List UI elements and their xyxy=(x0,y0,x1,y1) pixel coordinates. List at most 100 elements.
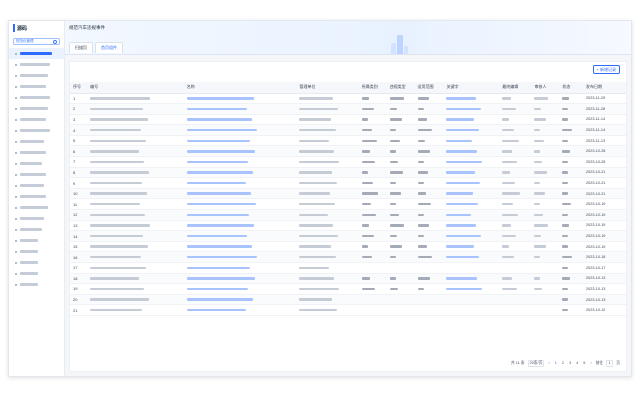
table-row[interactable]: 20 2023-10-13 xyxy=(70,294,626,306)
link-text[interactable] xyxy=(186,192,251,195)
link-text[interactable] xyxy=(446,171,476,174)
sidebar-item[interactable] xyxy=(9,169,64,180)
page-size-select[interactable]: 20条/页 xyxy=(527,359,545,367)
sidebar-item[interactable] xyxy=(9,125,64,136)
link-text[interactable] xyxy=(446,256,480,259)
table-cell[interactable] xyxy=(183,230,297,242)
table-cell[interactable] xyxy=(183,145,297,158)
table-cell[interactable] xyxy=(183,283,297,295)
table-cell[interactable] xyxy=(183,209,297,221)
link-text[interactable] xyxy=(186,203,256,206)
table-cell[interactable] xyxy=(183,262,297,274)
sidebar-item[interactable] xyxy=(9,268,64,279)
table-cell[interactable] xyxy=(183,220,297,232)
link-text[interactable] xyxy=(446,150,478,153)
link-text[interactable] xyxy=(186,256,257,259)
table-cell[interactable] xyxy=(183,198,297,211)
table-cell[interactable] xyxy=(443,188,500,200)
link-text[interactable] xyxy=(446,287,483,291)
table-cell[interactable] xyxy=(183,103,297,115)
sidebar-item[interactable] xyxy=(9,59,64,70)
sidebar-item[interactable] xyxy=(9,136,64,147)
link-text[interactable] xyxy=(186,245,252,248)
sidebar-item[interactable] xyxy=(9,48,64,59)
add-record-button[interactable]: 新增记录 xyxy=(592,65,620,74)
tab-scan[interactable]: 扫描页 xyxy=(69,42,93,53)
table-cell[interactable] xyxy=(183,114,297,126)
table-row[interactable]: 7 2023-10-25 xyxy=(70,156,626,168)
link-text[interactable] xyxy=(446,139,473,142)
table-cell[interactable] xyxy=(443,294,500,306)
link-text[interactable] xyxy=(446,234,482,238)
sidebar-item[interactable] xyxy=(9,158,64,169)
jump-page-input[interactable]: 1 xyxy=(606,359,614,367)
link-text[interactable] xyxy=(186,139,250,142)
link-text[interactable] xyxy=(446,203,479,206)
table-cell[interactable] xyxy=(443,241,500,253)
link-text[interactable] xyxy=(186,277,255,280)
link-text[interactable] xyxy=(186,181,246,185)
link-text[interactable] xyxy=(446,97,477,100)
table-cell[interactable] xyxy=(443,124,500,136)
table-cell[interactable] xyxy=(183,188,297,200)
tab-home-components[interactable]: 首页组件 xyxy=(95,42,123,53)
link-text[interactable] xyxy=(446,245,475,248)
table-row[interactable]: 14 2023-10-19 xyxy=(70,230,626,242)
table-cell[interactable] xyxy=(443,156,500,168)
table-row[interactable]: 3 2023-11-14 xyxy=(70,114,626,126)
table-row[interactable]: 17 2023-10-17 xyxy=(70,262,626,274)
table-cell[interactable] xyxy=(183,273,297,285)
table-cell[interactable] xyxy=(183,167,297,179)
table-row[interactable]: 5 2023-11-13 xyxy=(70,135,626,147)
page-button[interactable]: 2 xyxy=(561,361,565,365)
table-row[interactable]: 10 2023-10-21 xyxy=(70,188,626,200)
sidebar-item[interactable] xyxy=(9,235,64,246)
table-row[interactable]: 21 2023-10-12 xyxy=(70,304,626,316)
table-cell[interactable] xyxy=(183,156,297,168)
table-row[interactable]: 4 2023-11-14 xyxy=(70,124,626,136)
table-cell[interactable] xyxy=(183,135,297,147)
link-text[interactable] xyxy=(186,150,255,153)
sidebar-item[interactable] xyxy=(9,213,64,224)
table-row[interactable]: 6 2023-10-26 xyxy=(70,145,626,158)
table-cell[interactable] xyxy=(443,220,500,232)
sidebar-item[interactable] xyxy=(9,70,64,81)
sidebar-item[interactable] xyxy=(9,147,64,158)
table-row[interactable]: 1 2023-11-29 xyxy=(70,93,626,105)
link-text[interactable] xyxy=(186,309,246,312)
sidebar-search-input[interactable]: 规范化管理 xyxy=(13,38,60,45)
link-text[interactable] xyxy=(446,128,480,132)
link-text[interactable] xyxy=(446,160,483,164)
table-cell[interactable] xyxy=(443,230,500,242)
search-icon[interactable] xyxy=(53,39,57,44)
link-text[interactable] xyxy=(446,118,475,121)
sidebar-item[interactable] xyxy=(9,92,64,103)
table-cell[interactable] xyxy=(443,93,500,105)
table-row[interactable]: 13 2023-10-19 xyxy=(70,220,626,232)
table-row[interactable]: 15 2023-10-19 xyxy=(70,241,626,253)
table-row[interactable]: 2 2023-11-28 xyxy=(70,103,626,115)
link-text[interactable] xyxy=(446,192,474,195)
table-row[interactable]: 18 2023-10-13 xyxy=(70,273,626,285)
table-cell[interactable] xyxy=(443,304,500,316)
table-cell[interactable] xyxy=(183,241,297,253)
link-text[interactable] xyxy=(186,287,248,291)
link-text[interactable] xyxy=(186,128,257,132)
prev-page-button[interactable]: ‹ xyxy=(547,361,550,365)
table-cell[interactable] xyxy=(443,251,500,263)
table-cell[interactable] xyxy=(443,145,500,158)
table-cell[interactable] xyxy=(443,103,500,115)
sidebar-item[interactable] xyxy=(9,180,64,191)
table-row[interactable]: 16 2023-10-18 xyxy=(70,251,626,263)
sidebar-item[interactable] xyxy=(9,114,64,125)
page-button[interactable]: 1 xyxy=(554,361,558,365)
sidebar-item[interactable] xyxy=(9,191,64,202)
table-cell[interactable] xyxy=(183,294,297,306)
table-cell[interactable] xyxy=(443,167,500,179)
link-text[interactable] xyxy=(186,97,254,100)
table-cell[interactable] xyxy=(443,198,500,211)
table-cell[interactable] xyxy=(183,251,297,263)
link-text[interactable] xyxy=(186,107,247,111)
table-cell[interactable] xyxy=(183,304,297,316)
sidebar-item[interactable] xyxy=(9,224,64,235)
